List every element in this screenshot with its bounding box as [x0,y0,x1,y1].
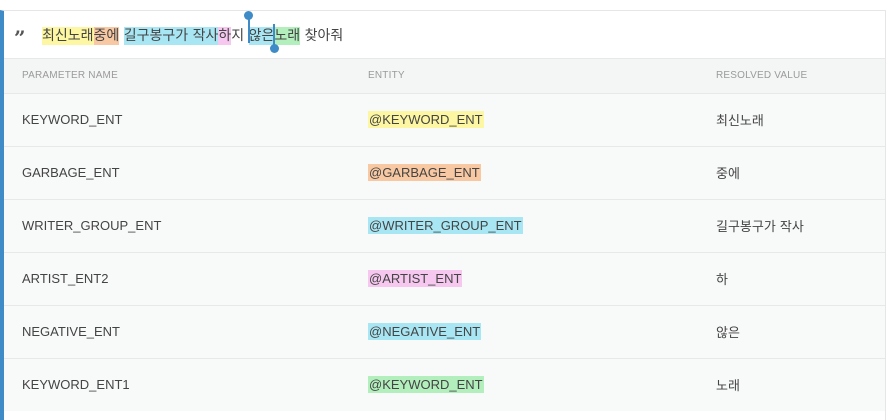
phrase-text[interactable]: 최신노래중에 길구봉구가 작사하지 않은 노래 찾아줘 [42,10,344,53]
resolved-value-cell: 중에 [716,167,740,182]
phrase-segment-negative[interactable]: 않은 [248,26,275,45]
param-name-cell: ARTIST_ENT2 [22,271,109,286]
training-phrase[interactable]: ” 최신노래중에 길구봉구가 작사하지 않은 노래 찾아줘 [4,10,885,59]
entity-cell[interactable]: @NEGATIVE_ENT [368,305,716,358]
entity-tag[interactable]: @WRITER_GROUP_ENT [368,217,523,234]
entity-cell[interactable]: @ARTIST_ENT [368,252,716,305]
table-row[interactable]: ARTIST_ENT2 @ARTIST_ENT 하 [4,252,885,305]
selection-start-handle[interactable] [247,15,250,43]
entity-tag[interactable]: @KEYWORD_ENT [368,111,484,128]
entity-tag[interactable]: @KEYWORD_ENT [368,376,484,394]
param-name-cell: KEYWORD_ENT1 [22,377,130,393]
resolved-value-cell: 최신노래 [716,114,764,129]
header-entity: ENTITY [368,70,405,82]
param-name-cell: WRITER_GROUP_ENT [22,218,162,233]
table-row[interactable]: KEYWORD_ENT @KEYWORD_ENT 최신노래 [4,93,885,146]
quote-icon: ” [14,25,26,50]
training-phrase-card: ” 최신노래중에 길구봉구가 작사하지 않은 노래 찾아줘 PARAMETER N… [0,10,886,420]
phrase-segment-writer-group[interactable]: 길구봉구가 작사 [123,26,219,45]
resolved-value-cell: 노래 [716,379,740,395]
phrase-segment-suffix: 찾아줘 [300,27,344,44]
entity-cell[interactable]: @WRITER_GROUP_ENT [368,199,716,252]
entity-cell[interactable]: @KEYWORD_ENT [368,93,716,146]
param-name-cell: GARBAGE_ENT [22,165,120,180]
table-row[interactable]: NEGATIVE_ENT @NEGATIVE_ENT 않은 [4,305,885,358]
entity-cell[interactable]: @GARBAGE_ENT [368,146,716,199]
header-resolved-value: RESOLVED VALUE [716,70,808,82]
entity-cell[interactable]: @KEYWORD_ENT [368,358,716,411]
phrase-segment-garbage[interactable]: 중에 [93,26,120,45]
entity-tag[interactable]: @ARTIST_ENT [368,270,463,287]
selection-start-dot[interactable] [243,10,253,20]
resolved-value-cell: 하 [716,273,728,288]
param-name-cell: KEYWORD_ENT [22,112,123,127]
phrase-segment-plain: 지 [231,27,249,44]
param-name-cell: NEGATIVE_ENT [22,324,121,339]
selection-end-dot[interactable] [270,43,280,53]
header-parameter-name: PARAMETER NAME [22,70,118,82]
entity-tag[interactable]: @NEGATIVE_ENT [368,323,482,340]
table-row[interactable]: KEYWORD_ENT1 @KEYWORD_ENT 노래 [4,358,885,411]
phrase-segment-artist[interactable]: 하 [218,26,232,45]
entity-tag[interactable]: @GARBAGE_ENT [368,164,481,181]
resolved-value-cell: 길구봉구가 작사 [716,220,804,235]
phrase-segment-keyword1[interactable]: 노래 [274,26,301,45]
phrase-segment-keyword[interactable]: 최신노래 [42,26,94,45]
resolved-value-cell: 않은 [716,326,740,341]
table-header-row: PARAMETER NAME ENTITY RESOLVED VALUE [4,59,885,93]
selection-range[interactable]: 않은 [243,10,280,53]
parameter-table: PARAMETER NAME ENTITY RESOLVED VALUE KEY… [4,59,885,411]
table-row[interactable]: GARBAGE_ENT @GARBAGE_ENT 중에 [4,146,885,199]
table-row[interactable]: WRITER_GROUP_ENT @WRITER_GROUP_ENT 길구봉구가… [4,199,885,252]
